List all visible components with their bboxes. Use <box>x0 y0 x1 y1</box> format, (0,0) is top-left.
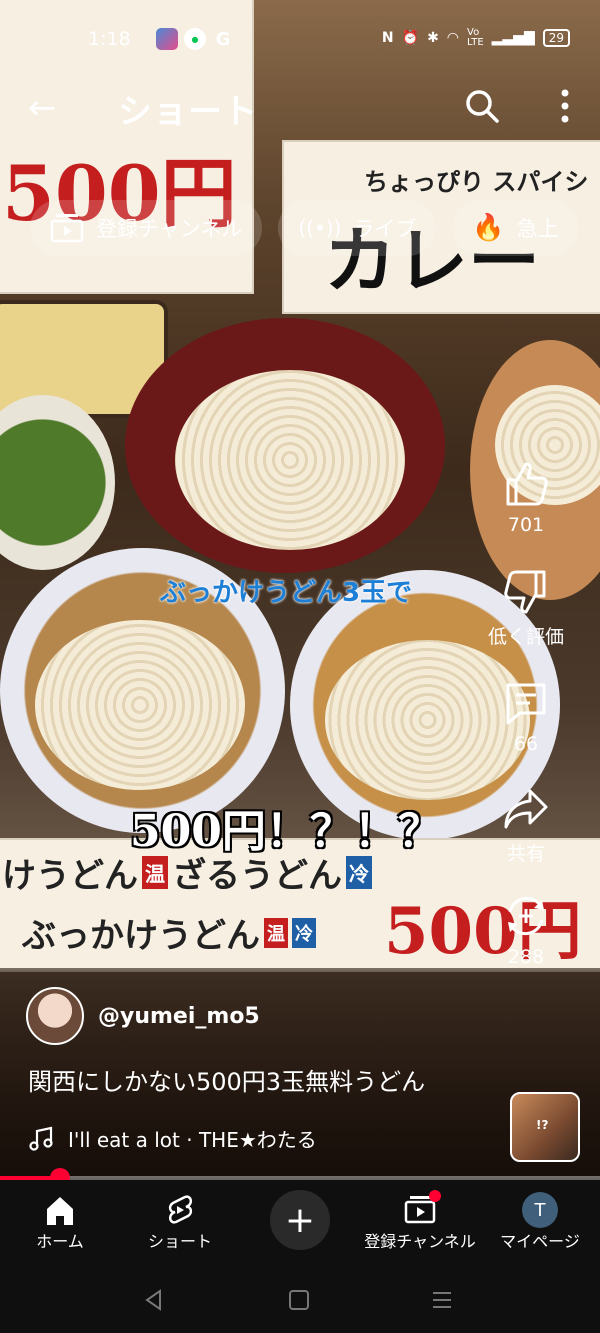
thumb-caption: !? <box>536 1118 549 1132</box>
system-back-icon[interactable] <box>142 1288 166 1312</box>
nav-mypage[interactable]: T マイページ <box>480 1180 600 1270</box>
tag-cold-2: 冷 <box>292 917 316 948</box>
remix-action[interactable]: 288 <box>476 892 576 968</box>
status-right: N ⏰ ✱ ◠ Vo LTE ▂▃▅▇ 29 <box>382 28 570 48</box>
dislike-label: 低く評価 <box>487 626 564 648</box>
nav-shorts[interactable]: ショート <box>120 1180 240 1270</box>
nav-subscriptions[interactable]: 登録チャンネル <box>360 1180 480 1270</box>
channel-row[interactable]: @yumei_mo5 <box>26 987 260 1045</box>
channel-handle[interactable]: @yumei_mo5 <box>98 1004 260 1029</box>
status-bar: 1:18 ● G N ⏰ ✱ ◠ Vo LTE ▂▃▅▇ 29 <box>0 0 600 80</box>
create-plus-icon: + <box>270 1190 330 1250</box>
nav-home-label: ホーム <box>36 1232 84 1251</box>
menu-item-bukkake: ぶっかけうどん <box>22 916 260 956</box>
more-vert-icon[interactable] <box>560 88 570 124</box>
zaru-noodles <box>175 370 405 550</box>
video-caption-big: 500円！？！？ <box>130 806 442 857</box>
nfc-icon: N <box>381 30 394 46</box>
chip-subscriptions-label: 登録チャンネル <box>96 217 243 241</box>
curry-sign-small: ちょっぴり スパイシ <box>364 168 589 196</box>
notification-dot <box>429 1190 441 1202</box>
chip-trending-label: 急上 <box>516 217 559 241</box>
line-app-icon: ● <box>184 28 206 50</box>
nav-mypage-label: マイページ <box>500 1232 580 1251</box>
remix-count: 288 <box>507 946 545 968</box>
menu-item-kake: けうどん <box>2 856 138 896</box>
thumbs-down-icon <box>504 570 546 614</box>
comment-icon <box>506 683 546 725</box>
google-app-icon: G <box>215 28 231 50</box>
video-caption-top: ぶっかけうどん3玉で <box>160 578 413 608</box>
channel-avatar[interactable] <box>26 987 84 1045</box>
bottom-nav: ホーム ショート + 登録チャンネル T マイページ <box>0 1180 600 1270</box>
system-recents-icon[interactable] <box>430 1288 454 1312</box>
comment-count: 66 <box>513 733 539 755</box>
video-description[interactable]: 関西にしかない500円3玉無料うどん <box>28 1062 425 1097</box>
thumbs-up-icon <box>506 462 548 506</box>
bukkake-noodles-left <box>35 620 245 790</box>
share-icon <box>504 789 548 829</box>
nav-home[interactable]: ホーム <box>0 1180 120 1270</box>
system-home-icon[interactable] <box>287 1288 311 1312</box>
search-icon[interactable] <box>464 88 500 124</box>
nav-subscriptions-label: 登録チャンネル <box>364 1232 476 1251</box>
share-action[interactable]: 共有 <box>476 785 576 866</box>
nav-shorts-label: ショート <box>147 1232 212 1251</box>
chip-live[interactable]: ((•)) ライブ <box>278 200 437 256</box>
action-rail: 701 低く評価 66 共有 288 <box>476 460 576 992</box>
remix-icon <box>508 896 544 936</box>
system-nav-bar <box>0 1270 600 1333</box>
status-time: 1:18 <box>88 28 131 50</box>
menu-line-2: ぶっかけうどん 温 冷 <box>22 908 316 957</box>
music-row[interactable]: I'll eat a lot · THE★わたる <box>28 1124 317 1153</box>
home-icon <box>47 1197 73 1225</box>
chip-subscriptions[interactable]: 登録チャンネル <box>30 200 263 256</box>
like-count: 701 <box>507 514 545 536</box>
comment-action[interactable]: 66 <box>476 679 576 755</box>
live-icon: ((•)) <box>298 216 342 240</box>
green-onion-bowl <box>0 395 115 570</box>
nav-create[interactable]: + <box>240 1180 360 1270</box>
like-action[interactable]: 701 <box>476 460 576 536</box>
music-title: I'll eat a lot · THE★わたる <box>68 1128 317 1152</box>
dislike-action[interactable]: 低く評価 <box>476 568 576 649</box>
wifi-icon: ◠ <box>446 30 460 46</box>
tag-cold: 冷 <box>346 856 372 889</box>
status-app-icons: ● G <box>156 28 234 50</box>
top-bar: ← ショート <box>0 78 600 134</box>
signal-icon: ▂▃▅▇ <box>491 30 535 46</box>
share-label: 共有 <box>506 843 545 865</box>
user-avatar: T <box>522 1192 558 1228</box>
alarm-icon: ⏰ <box>401 30 420 46</box>
music-note-icon <box>29 1126 53 1151</box>
bluetooth-icon: ✱ <box>427 30 439 46</box>
filter-chips: 登録チャンネル ((•)) ライブ 🔥 急上 <box>30 200 579 256</box>
volte-icon: Vo LTE <box>467 27 484 48</box>
page-title: ショート <box>118 92 258 132</box>
shorts-icon <box>168 1195 193 1224</box>
tag-hot-2: 温 <box>264 917 288 948</box>
sound-thumbnail[interactable]: !? <box>510 1092 580 1162</box>
trending-icon: 🔥 <box>472 213 505 243</box>
tag-hot: 温 <box>142 856 168 889</box>
subscriptions-icon <box>50 214 84 243</box>
battery-icon: 29 <box>542 29 570 47</box>
chip-live-label: ライブ <box>353 217 417 241</box>
photos-app-icon <box>156 28 178 50</box>
chip-trending[interactable]: 🔥 急上 <box>452 200 579 256</box>
back-arrow-icon[interactable]: ← <box>28 88 57 128</box>
